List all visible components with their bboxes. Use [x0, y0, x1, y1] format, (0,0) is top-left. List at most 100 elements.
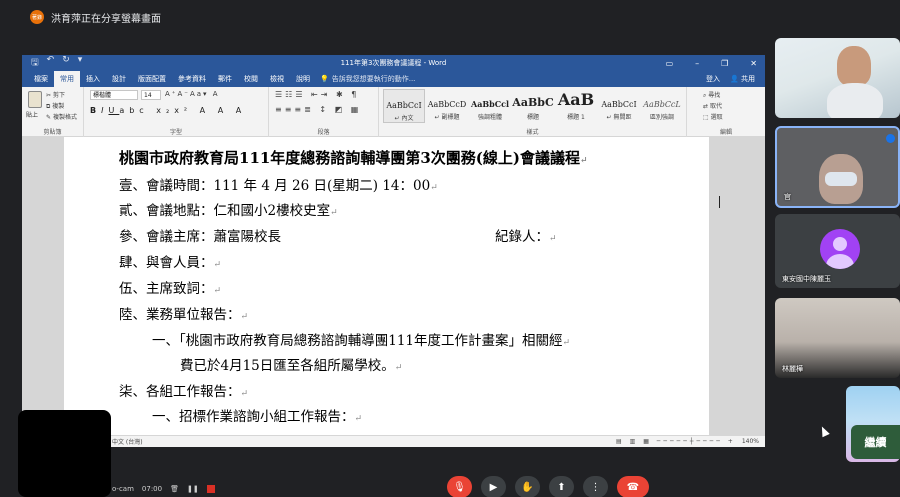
sign-in-link[interactable]: 登入 [706, 74, 720, 84]
paragraph-mark-icon: ↵ [549, 234, 557, 244]
pause-icon[interactable]: ❚❚ [187, 485, 199, 493]
editing-group: ⌕ 尋找 ⇄ 取代 ⬚ 選取 編輯 [687, 87, 765, 137]
paste-button-label[interactable]: 貼上 [26, 110, 38, 119]
doc-line: 參、會議主席：蕭富陽校長 [119, 225, 281, 245]
find-label: 尋找 [708, 92, 721, 99]
tab-references[interactable]: 參考資料 [172, 71, 212, 87]
tell-me-box[interactable]: 💡 告訴我您想要執行的動作... [320, 71, 415, 87]
style-name: ↵ 無間距 [606, 114, 632, 121]
doc-line-text: 陸、業務單位報告： [119, 307, 241, 323]
trash-icon[interactable]: 🗑 [170, 485, 179, 493]
language-indicator[interactable]: 中文 (台灣) [112, 437, 143, 446]
zoom-level[interactable]: 140% [742, 438, 759, 445]
tab-file[interactable]: 檔案 [28, 71, 54, 87]
paragraph-mark-icon: ↵ [330, 208, 338, 218]
self-view-tile[interactable] [18, 410, 111, 497]
stop-icon[interactable] [206, 485, 215, 493]
style-title[interactable]: AaBbC 標題 [512, 89, 554, 123]
paragraph-mark-icon: ↵ [213, 286, 222, 296]
recorder-time: 07:00 [141, 485, 163, 493]
participant-tile[interactable] [775, 38, 900, 118]
tab-view[interactable]: 檢視 [264, 71, 290, 87]
copy-button[interactable]: ⧉ 複製 [46, 101, 64, 111]
tab-help[interactable]: 說明 [290, 71, 316, 87]
align-buttons[interactable]: ≡≡≡≣ ↕ ◩ ▦ [275, 105, 361, 114]
cut-button[interactable]: ✂ 剪下 [46, 90, 65, 99]
brush-icon: ✎ [46, 114, 52, 121]
tab-insert[interactable]: 插入 [80, 71, 106, 87]
tab-home[interactable]: 常用 [54, 71, 80, 87]
style-sample: AaBbCcD [427, 100, 467, 109]
style-normal[interactable]: AaBbCcI ↵ 內文 [383, 89, 425, 123]
participant-tile-active[interactable]: 官 [775, 126, 900, 208]
doc-line-text: 一、「桃園市政府教育局總務諮詢輔導團111年度工作計畫案」相關經 [152, 333, 563, 349]
font-size-buttons[interactable]: A⁺A⁻Aa▾ A [165, 90, 220, 98]
clipboard-group: 貼上 ✂ 剪下 ⧉ 複製 ✎ 複製格式 剪貼簿 [22, 87, 84, 137]
font-size-select[interactable]: 14 [141, 90, 161, 100]
ribbon-display-icon[interactable]: ▭ [666, 59, 674, 68]
copy-icon: ⧉ [46, 103, 51, 110]
minimize-icon[interactable]: – [695, 59, 699, 68]
replace-button[interactable]: ⇄ 取代 [703, 101, 722, 110]
style-name: 標題 1 [567, 114, 585, 121]
font-format-buttons[interactable]: BIUabc x₂x² A A A [90, 106, 246, 115]
mouse-pointer-icon [818, 424, 830, 438]
style-heading-1[interactable]: AaB 標題 1 [555, 89, 597, 123]
font-group: 標楷體 14 A⁺A⁻Aa▾ A BIUabc x₂x² A A A 字型 [84, 87, 269, 137]
camera-icon[interactable]: ▶ [481, 476, 506, 497]
window-title: 111年第3次團務會議議程 - Word [340, 59, 447, 67]
paragraph-mark-icon: ↵ [579, 156, 588, 166]
view-buttons[interactable]: ▤ ▥ ▦ ─────┼──── + [616, 438, 736, 445]
style-subtitle[interactable]: AaBbCcD ↵ 副標題 [426, 89, 468, 123]
style-sample: AaBbCcL [643, 100, 681, 109]
continue-button[interactable]: 繼續 [851, 425, 900, 459]
style-subtle-emphasis[interactable]: AaBbCcL 區別強調 [641, 89, 683, 123]
style-no-spacing[interactable]: AaBbCcI ↵ 無間距 [598, 89, 640, 123]
document-page[interactable]: 桃園市政府教育局111年度總務諮詢輔導團第3次團務(線上)會議議程↵ 壹、會議時… [64, 137, 709, 435]
paste-icon[interactable] [28, 91, 42, 108]
paragraph-mark-icon: ↵ [430, 183, 438, 193]
style-strong[interactable]: AaBbCcl 強調粗體 [469, 89, 511, 123]
presenting-banner: 著錄 洪育萍正在分享螢幕畫面 [0, 0, 900, 34]
more-icon[interactable]: ⋮ [583, 476, 608, 497]
tab-layout[interactable]: 版面配置 [132, 71, 172, 87]
raise-hand-icon[interactable]: ✋ [515, 476, 540, 497]
participant-video [837, 46, 871, 86]
participant-tile[interactable]: 林麗樺 [775, 298, 900, 378]
tab-review[interactable]: 校閱 [238, 71, 264, 87]
meeting-controls: 🎙 ▶ ✋ ⬆ ⋮ ☎ [447, 476, 649, 497]
tab-design[interactable]: 設計 [106, 71, 132, 87]
avatar [820, 229, 860, 269]
mask-shape [825, 172, 857, 186]
tab-mailings[interactable]: 郵件 [212, 71, 238, 87]
list-buttons[interactable]: ☰☷☰ ⇤⇥ ✱ ¶ [275, 90, 359, 99]
window-controls: ▭ – ❐ ✕ [666, 55, 757, 71]
search-icon: ⌕ [703, 92, 707, 99]
copy-label: 複製 [52, 103, 65, 110]
doc-line-text: 一、招標作業諮詢小組工作報告： [152, 409, 355, 425]
format-painter-button[interactable]: ✎ 複製格式 [46, 112, 77, 121]
restore-icon[interactable]: ❐ [721, 59, 728, 68]
style-name: ↵ 副標題 [434, 114, 460, 121]
styles-group-label: 樣式 [526, 129, 539, 136]
participant-tile[interactable]: 東安國中陳麗玉 [775, 214, 900, 288]
editing-group-label: 編輯 [719, 129, 732, 136]
select-button[interactable]: ⬚ 選取 [703, 112, 723, 121]
share-button[interactable]: 👤 共用 [730, 74, 755, 84]
select-label: 選取 [710, 114, 723, 121]
find-button[interactable]: ⌕ 尋找 [703, 90, 720, 100]
font-name-select[interactable]: 標楷體 [90, 90, 138, 100]
text-cursor-icon [719, 196, 720, 208]
tell-me-text: 告訴我您想要執行的動作... [331, 75, 416, 83]
hangup-icon[interactable]: ☎ [617, 476, 649, 497]
close-icon[interactable]: ✕ [750, 59, 757, 68]
doc-line: 一、「桃園市政府教育局總務諮詢輔導團111年度工作計畫案」相關經↵ [152, 329, 570, 349]
presenter-avatar: 著錄 [30, 10, 44, 24]
doc-line: 一、招標作業諮詢小組工作報告：↵ [152, 405, 362, 425]
document-area[interactable]: 桃園市政府教育局111年度總務諮詢輔導團第3次團務(線上)會議議程↵ 壹、會議時… [22, 137, 765, 435]
mic-off-icon[interactable]: 🎙 [447, 476, 472, 497]
style-name: 強調粗體 [477, 114, 502, 121]
paragraph-mark-icon: ↵ [240, 389, 249, 399]
present-icon[interactable]: ⬆ [549, 476, 574, 497]
style-sample: AaB [557, 90, 595, 109]
